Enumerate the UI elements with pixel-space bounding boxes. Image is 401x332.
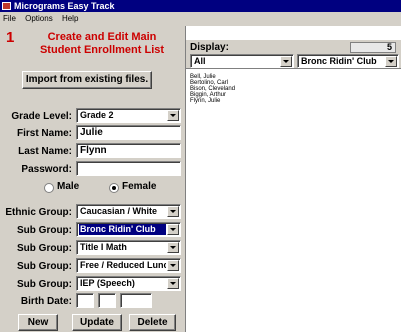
password-field[interactable] [76, 161, 181, 176]
male-radio[interactable] [44, 183, 54, 193]
female-label: Female [122, 181, 157, 192]
app-icon [2, 2, 11, 10]
grade-level-label: Grade Level: [11, 111, 72, 122]
ethnic-group-select[interactable]: Caucasian / White [76, 204, 181, 219]
chevron-down-icon[interactable] [167, 110, 179, 121]
display-group-value: Bronc Ridin' Club [301, 56, 377, 66]
last-name-label: Last Name: [18, 146, 72, 157]
birth-month-field[interactable] [76, 293, 94, 308]
birth-year-field[interactable] [120, 293, 152, 308]
display-group-select[interactable]: Bronc Ridin' Club [297, 54, 399, 68]
chevron-down-icon[interactable] [167, 242, 179, 253]
male-label: Male [57, 181, 80, 192]
first-name-label: First Name: [16, 128, 72, 139]
display-filter-select[interactable]: All [190, 54, 294, 68]
delete-button[interactable]: Delete [129, 314, 176, 331]
password-label: Password: [21, 164, 72, 175]
last-name-field[interactable]: Flynn [76, 143, 181, 158]
sub-group-value: Title I Math [80, 242, 127, 252]
sub-group-label: Sub Group: [17, 243, 72, 254]
chevron-down-icon[interactable] [385, 56, 397, 67]
sub-group-label: Sub Group: [17, 279, 72, 290]
display-filter-bar: Display: 5 All Bronc Ridin' Club [186, 40, 401, 69]
female-radio[interactable] [109, 183, 119, 193]
sub-group-value: Bronc Ridin' Club [79, 224, 166, 235]
page-title: Create and Edit Main Student Enrollment … [18, 31, 186, 57]
sub-group-label: Sub Group: [17, 261, 72, 272]
sub-group-value: Free / Reduced Lunch [80, 260, 166, 270]
birth-date-label: Birth Date: [20, 296, 72, 307]
chevron-down-icon[interactable] [167, 278, 179, 289]
enrollment-form-pane: 1 Create and Edit Main Student Enrollmen… [0, 26, 186, 332]
window-title: Micrograms Easy Track [14, 1, 115, 11]
grade-level-value: Grade 2 [80, 110, 114, 120]
ethnic-group-label: Ethnic Group: [5, 207, 72, 218]
grade-level-select[interactable]: Grade 2 [76, 108, 181, 123]
import-button[interactable]: Import from existing files. [22, 71, 152, 89]
chevron-down-icon[interactable] [167, 224, 179, 235]
sub-group-select-4[interactable]: IEP (Speech) [76, 276, 181, 291]
heading-line-1: Create and Edit Main [47, 31, 157, 43]
sub-group-value: IEP (Speech) [80, 278, 135, 288]
menu-help[interactable]: Help [62, 14, 78, 23]
menu-file[interactable]: File [3, 14, 16, 23]
chevron-down-icon[interactable] [167, 260, 179, 271]
menu-bar: File Options Help [0, 12, 401, 26]
title-bar: Micrograms Easy Track [0, 0, 401, 12]
chevron-down-icon[interactable] [167, 206, 179, 217]
sub-group-select-1[interactable]: Bronc Ridin' Club [76, 222, 181, 237]
step-number: 1 [6, 29, 15, 46]
birth-day-field[interactable] [98, 293, 116, 308]
sub-group-label: Sub Group: [17, 225, 72, 236]
first-name-field[interactable]: Julie [76, 125, 181, 140]
sub-group-select-2[interactable]: Title I Math [76, 240, 181, 255]
heading-line-2: Student Enrollment List [39, 44, 165, 56]
chevron-down-icon[interactable] [280, 56, 292, 67]
display-filter-value: All [194, 56, 206, 66]
menu-options[interactable]: Options [25, 14, 53, 23]
update-button[interactable]: Update [72, 314, 122, 331]
display-label: Display: [190, 42, 229, 53]
sub-group-select-3[interactable]: Free / Reduced Lunch [76, 258, 181, 273]
new-button[interactable]: New [18, 314, 58, 331]
student-count: 5 [350, 42, 396, 53]
ethnic-group-value: Caucasian / White [80, 206, 158, 216]
list-item[interactable]: Flynn, Julie [190, 98, 235, 104]
student-list: Bell, Julie Bertolino, Carl Bison, Cleve… [190, 74, 235, 104]
